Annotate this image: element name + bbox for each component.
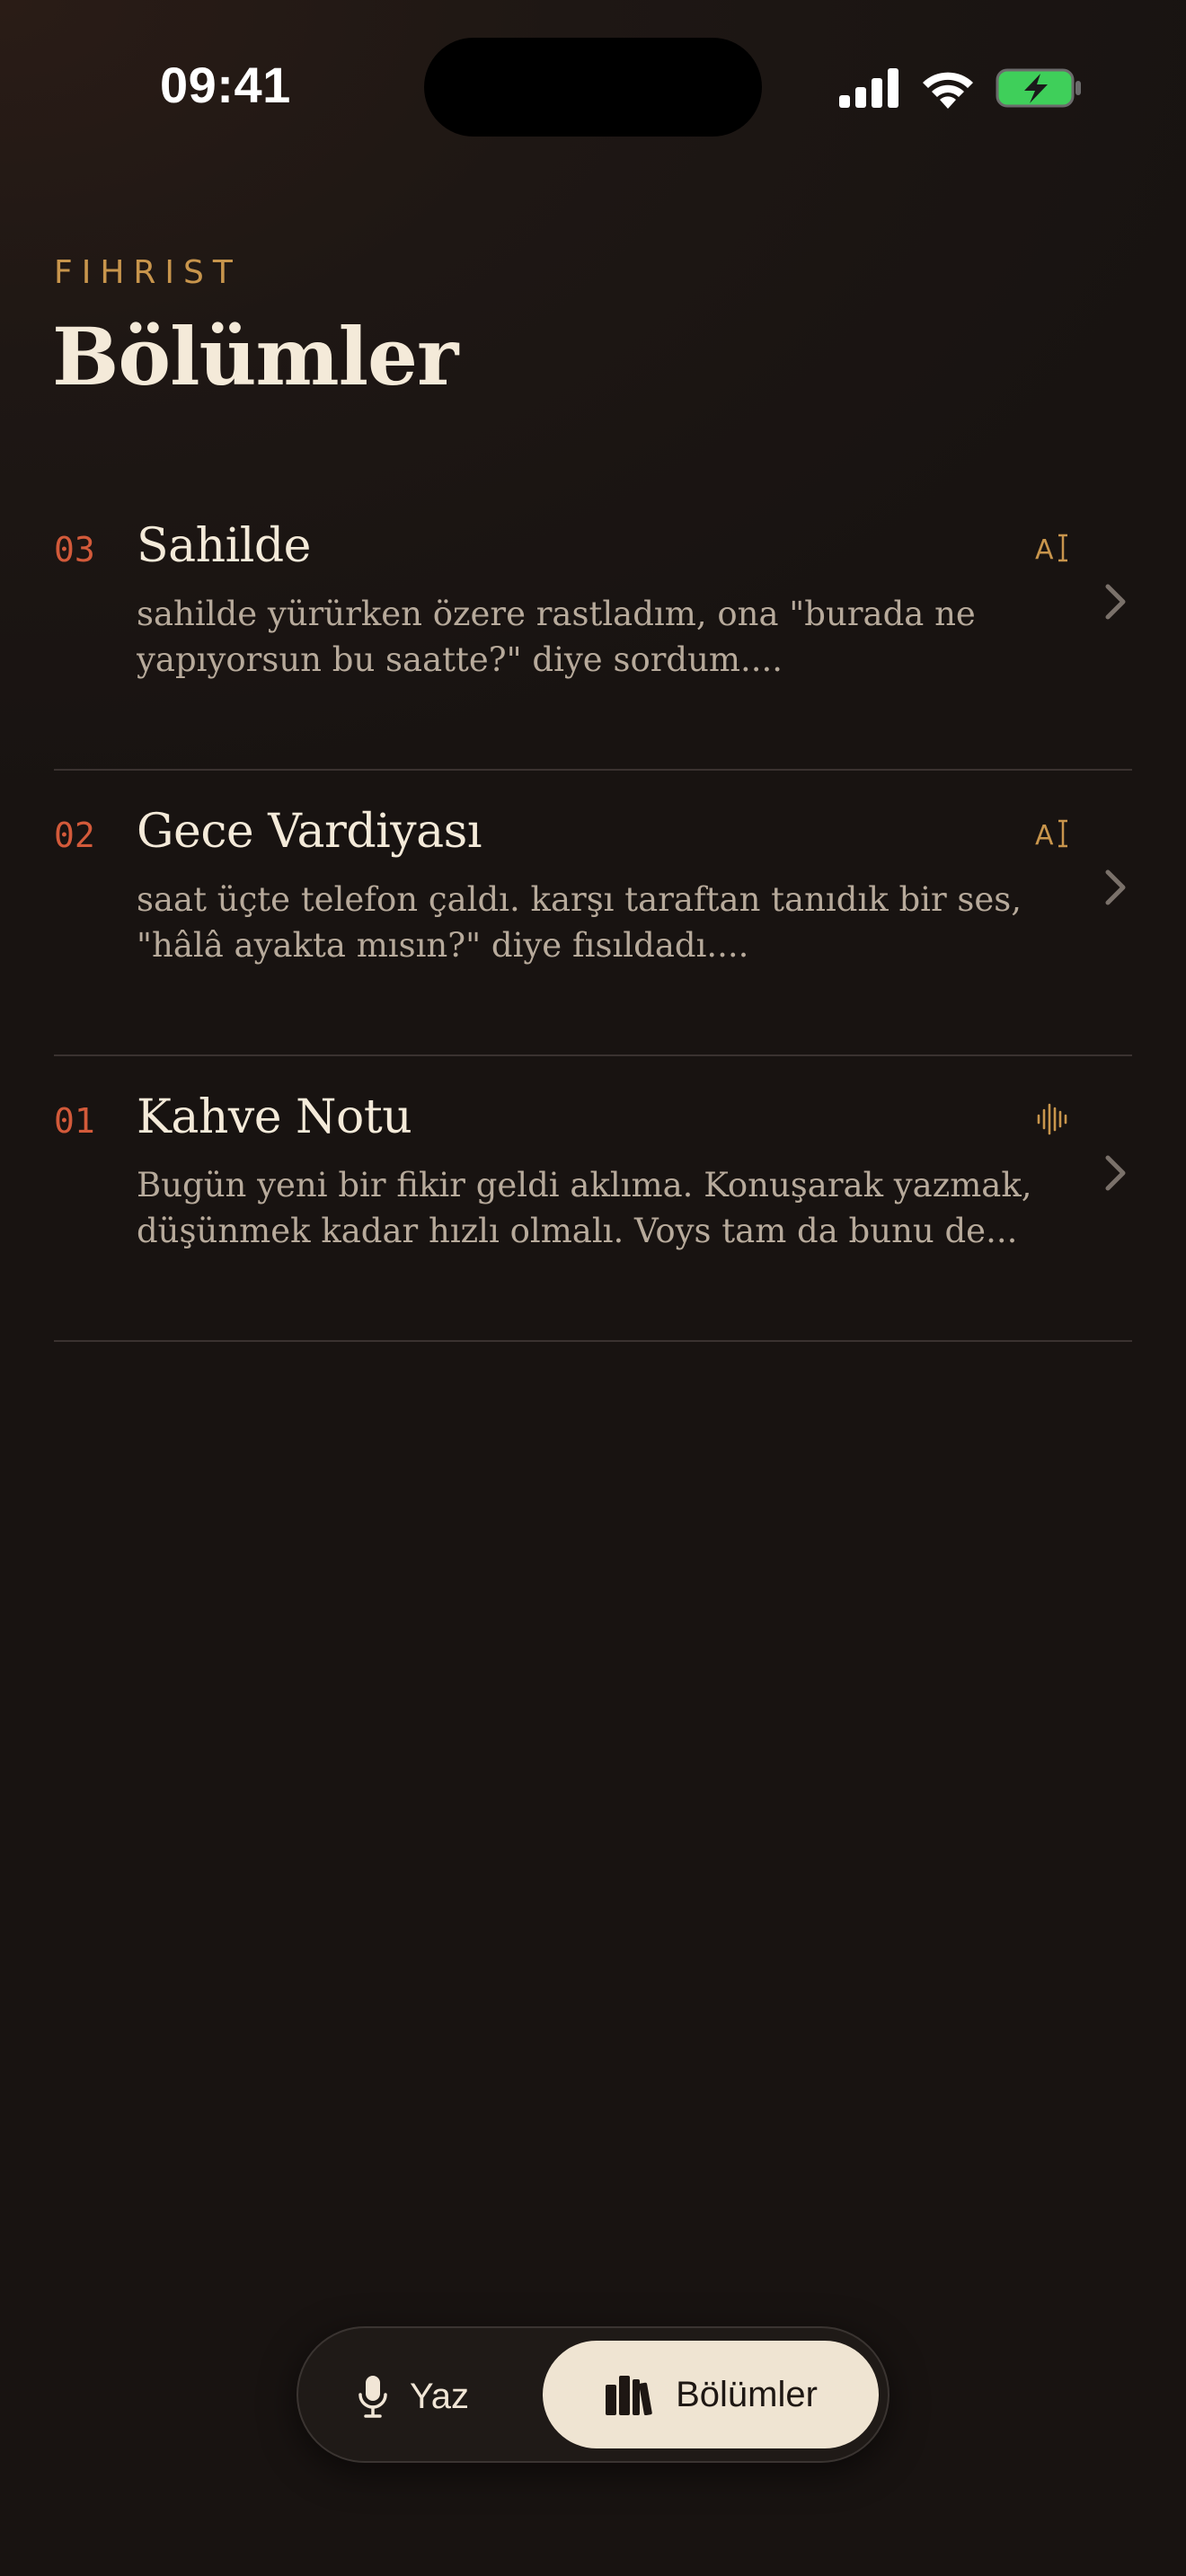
books-icon xyxy=(606,2376,652,2415)
text-cursor-icon: A xyxy=(1035,534,1067,566)
chapter-row[interactable]: 03 Sahilde sahilde yürürken özere rastla… xyxy=(54,485,1132,771)
chapter-number: 03 xyxy=(54,530,95,569)
svg-text:A: A xyxy=(1035,820,1054,851)
chapter-title: Sahilde xyxy=(137,519,311,573)
status-icons xyxy=(839,63,1082,113)
battery-charging-icon xyxy=(996,68,1081,108)
wifi-icon xyxy=(923,72,973,109)
chevron-right-icon xyxy=(1105,1155,1126,1191)
text-cursor-icon: A xyxy=(1035,819,1067,851)
status-bar: 09:41 xyxy=(0,0,1186,171)
chapter-number: 01 xyxy=(54,1101,95,1141)
chevron-right-icon xyxy=(1105,584,1126,620)
chapter-title: Kahve Notu xyxy=(137,1090,412,1144)
page-title: Bölümler xyxy=(52,310,458,403)
cellular-signal-icon xyxy=(839,68,898,108)
tab-write[interactable]: Yaz xyxy=(358,2360,469,2432)
chapter-excerpt: Bugün yeni bir fikir geldi aklıma. Konuş… xyxy=(137,1166,1032,1250)
waveform-icon xyxy=(1037,1103,1067,1135)
chapter-excerpt: saat üçte telefon çaldı. karşı taraftan … xyxy=(137,880,1022,965)
dynamic-island xyxy=(424,38,762,137)
microphone-icon xyxy=(358,2376,387,2418)
chapter-row[interactable]: 02 Gece Vardiyası saat üçte telefon çald… xyxy=(54,771,1132,1056)
chapter-title: Gece Vardiyası xyxy=(137,805,482,859)
tab-chapters[interactable]: Bölümler xyxy=(543,2341,879,2448)
chevron-right-icon xyxy=(1105,869,1126,905)
section-eyebrow: FIHRIST xyxy=(54,254,242,291)
status-time: 09:41 xyxy=(160,57,291,113)
chapter-row[interactable]: 01 Kahve Notu Bugün yeni bir fikir geldi… xyxy=(54,1056,1132,1342)
tab-bar: Yaz Bölümler xyxy=(296,2326,890,2463)
svg-text:A: A xyxy=(1035,534,1054,566)
chapter-list: 03 Sahilde sahilde yürürken özere rastla… xyxy=(54,485,1132,1342)
tab-write-label: Yaz xyxy=(410,2376,469,2416)
chapter-excerpt: sahilde yürürken özere rastladım, ona "b… xyxy=(137,595,976,679)
chapter-number: 02 xyxy=(54,816,95,855)
tab-chapters-label: Bölümler xyxy=(676,2374,818,2414)
